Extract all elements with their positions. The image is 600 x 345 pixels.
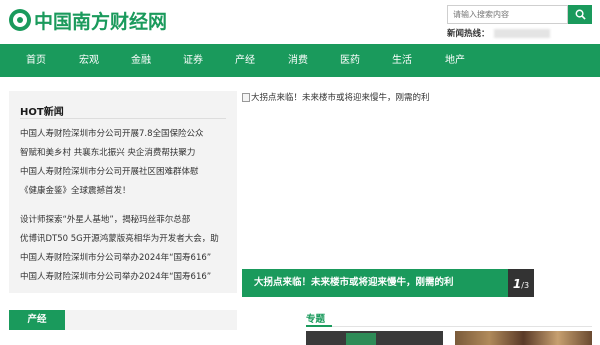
slider-image-alt-text: 大拐点来临！未来楼市或将迎来慢牛，刚需的利: [251, 93, 430, 103]
slider-caption[interactable]: 大拐点来临！未来楼市或将迎来慢牛，刚需的利: [242, 269, 508, 297]
hotline-number-blurred: [493, 29, 550, 38]
nav-item-macro[interactable]: 宏观: [67, 44, 111, 77]
logo-text: 中国南方财经网: [34, 10, 168, 33]
topic-thumbnail[interactable]: [306, 331, 443, 345]
topic-divider: [306, 326, 592, 327]
slider-counter: 1/3: [508, 269, 534, 297]
nav-item-securities[interactable]: 证券: [171, 44, 215, 77]
site-header: 中国南方财经网 新闻热线：: [0, 0, 600, 44]
hot-news-item[interactable]: 中国人寿财险深圳市分公司举办2024年“国寿616”: [20, 270, 234, 282]
hot-news-item[interactable]: 设计师探索“外星人基地”，揭秘玛丝菲尔总部: [20, 213, 234, 225]
hotline-label: 新闻热线：: [447, 29, 490, 39]
nav-item-industry[interactable]: 产经: [223, 44, 267, 77]
hot-news-item[interactable]: 智赋和美乡村 共襄东北振兴 央企消费帮扶聚力: [20, 146, 234, 158]
industry-section-header: 产经: [9, 310, 237, 330]
search-button[interactable]: [568, 5, 592, 24]
hot-news-item[interactable]: 《健康金鉴》全球震撼首发！: [20, 184, 234, 196]
broken-image-alt: 大拐点来临！未来楼市或将迎来慢牛，刚需的利: [242, 91, 430, 103]
nav-item-life[interactable]: 生活: [380, 44, 424, 77]
hot-news-panel: HOT新闻 中国人寿财险深圳市分公司开展7.8全国保险公众 智赋和美乡村 共襄东…: [9, 91, 237, 293]
nav-item-finance[interactable]: 金融: [119, 44, 163, 77]
hot-news-divider: [20, 118, 226, 119]
search-input[interactable]: [447, 5, 568, 24]
nav-item-medicine[interactable]: 医药: [328, 44, 372, 77]
industry-section-tag[interactable]: 产经: [9, 310, 65, 330]
slider-image[interactable]: 大拐点来临！未来楼市或将迎来慢牛，刚需的利: [242, 91, 534, 269]
hot-news-item[interactable]: 中国人寿财险深圳市分公司开展7.8全国保险公众: [20, 127, 234, 139]
search-icon: [575, 9, 586, 20]
hot-news-item[interactable]: 中国人寿财险深圳市分公司开展社区困难群体慰: [20, 165, 234, 177]
news-hotline: 新闻热线：: [447, 27, 550, 39]
topic-thumbnail[interactable]: [455, 331, 592, 345]
nav-item-home[interactable]: 首页: [14, 44, 58, 77]
site-logo[interactable]: 中国南方财经网: [9, 7, 167, 33]
broken-image-icon: [242, 92, 250, 102]
slider-total: /3: [521, 281, 530, 290]
hot-news-item[interactable]: 优博讯DT50 5G开源鸿蒙版亮相华为开发者大会，助: [20, 232, 234, 244]
hot-news-title: HOT新闻: [20, 107, 64, 118]
nav-item-consumption[interactable]: 消费: [276, 44, 320, 77]
logo-mark-icon: [9, 9, 31, 31]
hot-news-item[interactable]: 中国人寿财险深圳市分公司举办2024年“国寿616”: [20, 251, 234, 263]
topic-section-title[interactable]: 专题: [306, 311, 325, 325]
main-nav: 首页 宏观 金融 证券 产经 消费 医药 生活 地产: [0, 44, 600, 77]
headline-slider: 大拐点来临！未来楼市或将迎来慢牛，刚需的利 大拐点来临！未来楼市或将迎来慢牛，刚…: [242, 91, 534, 297]
topic-divider-accent: [306, 325, 332, 327]
nav-item-realestate[interactable]: 地产: [433, 44, 477, 77]
